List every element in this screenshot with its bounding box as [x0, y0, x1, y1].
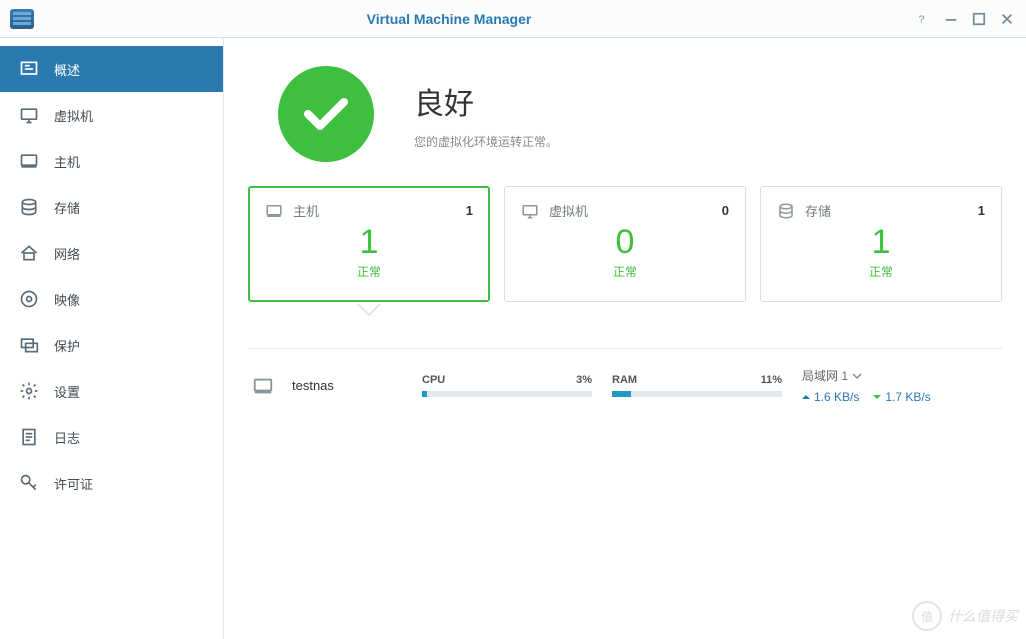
sidebar-item-label: 日志: [54, 428, 80, 447]
key-icon: [18, 472, 40, 494]
divider: [248, 348, 1002, 349]
host-row[interactable]: testnas CPU 3% RAM 11% 局域网 1 1.6 KB/s 1.7 …: [248, 367, 1002, 404]
card-value: 1: [777, 224, 985, 261]
ram-label: RAM: [612, 374, 637, 386]
protection-icon: [18, 334, 40, 356]
sidebar-item-image[interactable]: 映像: [0, 276, 223, 322]
app-title: Virtual Machine Manager: [0, 11, 904, 27]
chevron-down-icon: [852, 371, 862, 381]
help-button[interactable]: ?: [914, 10, 932, 28]
ram-percent: 11%: [761, 374, 782, 386]
svg-text:?: ?: [919, 13, 925, 25]
sidebar-item-label: 存储: [54, 198, 80, 217]
card-count: 0: [722, 203, 729, 218]
titlebar: Virtual Machine Manager ?: [0, 0, 1026, 38]
image-icon: [18, 288, 40, 310]
host-icon: [265, 202, 283, 220]
status-subtitle: 您的虚拟化环境运转正常。: [414, 133, 558, 150]
sidebar-item-storage[interactable]: 存储: [0, 184, 223, 230]
card-host[interactable]: 主机 1 1 正常: [248, 186, 490, 302]
status-title: 良好: [414, 79, 558, 123]
upload-stat: 1.6 KB/s: [802, 390, 859, 404]
status-row: 良好 您的虚拟化环境运转正常。: [248, 60, 1002, 186]
arrow-down-icon: [873, 395, 881, 399]
content-area: 良好 您的虚拟化环境运转正常。 主机 1 1 正常 虚拟机: [224, 38, 1026, 639]
summary-cards: 主机 1 1 正常 虚拟机 0 0 正常: [248, 186, 1002, 302]
sidebar-item-network[interactable]: 网络: [0, 230, 223, 276]
card-count: 1: [466, 203, 473, 218]
card-value: 1: [265, 224, 473, 261]
sidebar-item-label: 虚拟机: [54, 106, 93, 125]
ram-meter: RAM 11%: [612, 374, 782, 397]
sidebar-item-log[interactable]: 日志: [0, 414, 223, 460]
card-label: 虚拟机: [549, 201, 588, 220]
storage-icon: [18, 196, 40, 218]
minimize-button[interactable]: [942, 10, 960, 28]
sidebar-item-label: 主机: [54, 152, 80, 171]
card-label: 存储: [805, 201, 831, 220]
card-status: 正常: [777, 263, 985, 280]
sidebar-item-label: 映像: [54, 290, 80, 309]
sidebar: 概述 虚拟机 主机 存储 网络 映像 保护 设置: [0, 38, 224, 639]
sidebar-item-label: 许可证: [54, 474, 93, 493]
card-value: 0: [521, 224, 729, 261]
cpu-meter: CPU 3%: [422, 374, 592, 397]
status-ok-icon: [278, 66, 374, 162]
card-count: 1: [978, 203, 985, 218]
vm-icon: [18, 104, 40, 126]
sidebar-item-protection[interactable]: 保护: [0, 322, 223, 368]
network-selector[interactable]: 局域网 1: [802, 367, 970, 384]
close-button[interactable]: [998, 10, 1016, 28]
host-icon: [18, 150, 40, 172]
network-stats: 局域网 1 1.6 KB/s 1.7 KB/s: [802, 367, 970, 404]
sidebar-item-label: 保护: [54, 336, 80, 355]
download-stat: 1.7 KB/s: [873, 390, 930, 404]
sidebar-item-label: 设置: [54, 382, 80, 401]
cpu-label: CPU: [422, 374, 445, 386]
watermark-badge: 值: [912, 601, 942, 631]
sidebar-item-vm[interactable]: 虚拟机: [0, 92, 223, 138]
sidebar-item-license[interactable]: 许可证: [0, 460, 223, 506]
log-icon: [18, 426, 40, 448]
arrow-up-icon: [802, 395, 810, 399]
card-status: 正常: [265, 263, 473, 280]
sidebar-item-overview[interactable]: 概述: [0, 46, 223, 92]
maximize-button[interactable]: [970, 10, 988, 28]
gear-icon: [18, 380, 40, 402]
storage-icon: [777, 202, 795, 220]
card-label: 主机: [293, 201, 319, 220]
host-name: testnas: [292, 378, 422, 393]
cpu-percent: 3%: [576, 374, 592, 386]
network-label: 局域网 1: [802, 367, 848, 384]
card-vm[interactable]: 虚拟机 0 0 正常: [504, 186, 746, 302]
network-icon: [18, 242, 40, 264]
sidebar-item-host[interactable]: 主机: [0, 138, 223, 184]
host-icon: [252, 375, 274, 397]
vm-icon: [521, 202, 539, 220]
sidebar-item-label: 网络: [54, 244, 80, 263]
watermark-text: 什么值得买: [948, 606, 1018, 626]
watermark: 值 什么值得买: [912, 601, 1018, 631]
overview-icon: [18, 58, 40, 80]
card-storage[interactable]: 存储 1 1 正常: [760, 186, 1002, 302]
sidebar-item-settings[interactable]: 设置: [0, 368, 223, 414]
card-status: 正常: [521, 263, 729, 280]
app-icon: [10, 9, 34, 29]
sidebar-item-label: 概述: [54, 60, 80, 79]
